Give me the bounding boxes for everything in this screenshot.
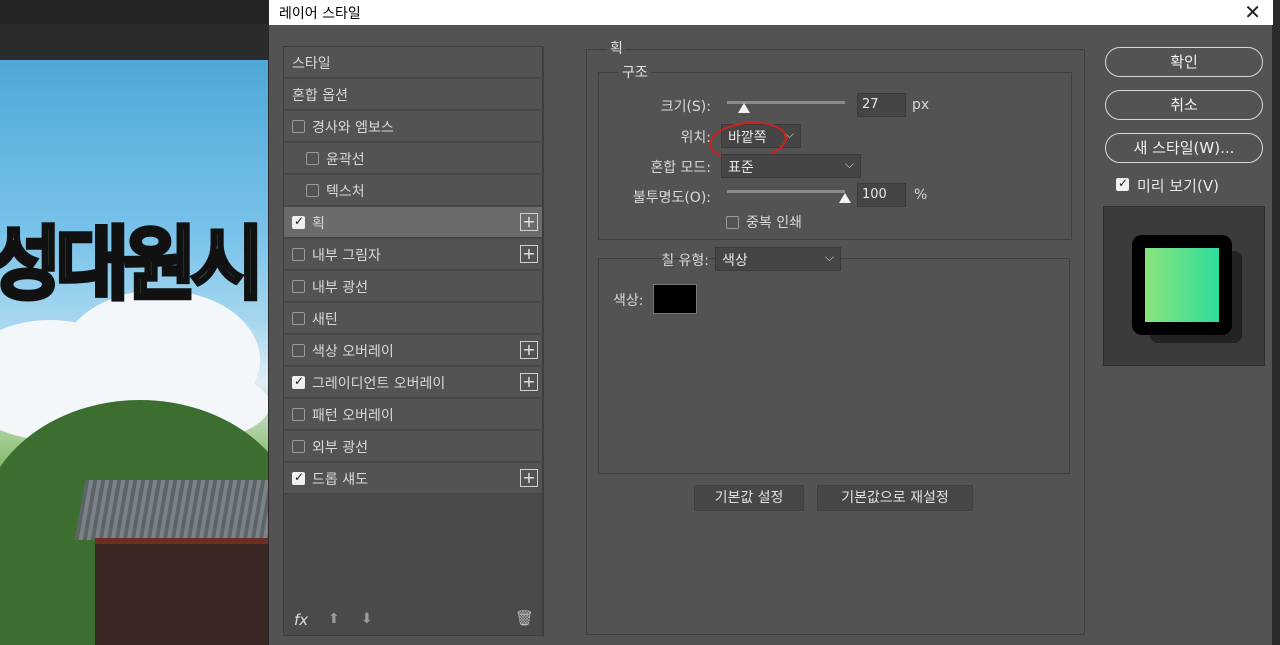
style-item-label: 획 [312, 216, 325, 232]
canvas-overlay-text: 성대원시 [0, 216, 266, 313]
add-effect-icon[interactable]: + [520, 469, 538, 487]
blend-mode-value: 표준 [728, 160, 754, 176]
preview-stroke [1132, 235, 1232, 335]
temple-building [95, 538, 270, 645]
style-item[interactable]: 그레이디언트 오버레이 + [284, 367, 542, 398]
style-item[interactable]: 윤곽선 [284, 143, 542, 174]
style-item-label: 내부 광선 [312, 280, 368, 296]
style-item[interactable]: 내부 그림자 + [284, 239, 542, 270]
style-item-label: 스타일 [292, 56, 331, 72]
style-item[interactable]: 텍스처 [284, 175, 542, 206]
ok-button[interactable]: 확인 [1105, 47, 1263, 77]
style-item-checkbox[interactable] [306, 152, 319, 165]
style-item[interactable]: 패턴 오버레이 [284, 399, 542, 430]
reset-default-button[interactable]: 기본값으로 재설정 [817, 485, 973, 511]
position-label: 위치: [680, 130, 711, 146]
style-item-checkbox[interactable] [292, 214, 305, 229]
style-item[interactable]: 경사와 엠보스 [284, 111, 542, 142]
temple-roof [74, 480, 270, 540]
overprint-label: 중복 인쇄 [746, 215, 802, 231]
style-item-checkbox[interactable] [292, 344, 305, 357]
chevron-down-icon: ⌵ [844, 157, 854, 171]
style-item-checkbox[interactable] [292, 374, 305, 389]
add-effect-icon[interactable]: + [520, 245, 538, 263]
style-item-checkbox[interactable] [292, 248, 305, 261]
move-down-icon[interactable]: ⬇ [361, 611, 373, 627]
size-slider-knob[interactable] [737, 103, 750, 113]
style-item-label: 텍스처 [326, 184, 365, 200]
style-item[interactable]: 외부 광선 [284, 431, 542, 462]
style-list-footer: fx ⬆ ⬇ 🗑 [284, 605, 542, 635]
blend-mode-label: 혼합 모드: [650, 160, 711, 176]
preview-checkbox[interactable] [1116, 176, 1129, 191]
style-item-checkbox[interactable] [292, 470, 305, 485]
stroke-section-title: 획 [607, 38, 626, 58]
add-effect-icon[interactable]: + [520, 341, 538, 359]
style-item[interactable]: 스타일 [284, 47, 542, 78]
style-item[interactable]: 새틴 [284, 303, 542, 334]
trash-icon[interactable]: 🗑 [515, 609, 534, 627]
style-item-checkbox[interactable] [292, 440, 305, 453]
preview-label: 미리 보기(V) [1137, 177, 1219, 195]
color-label: 색상: [613, 293, 644, 309]
structure-title: 구조 [619, 62, 651, 82]
style-item-label: 혼합 옵션 [292, 88, 348, 104]
opacity-unit: % [914, 187, 928, 203]
style-item-checkbox[interactable] [292, 120, 305, 133]
fx-icon[interactable]: fx [294, 611, 308, 629]
size-input[interactable]: 27 [857, 93, 906, 117]
layer-style-dialog: 레이어 스타일 ✕ 스타일혼합 옵션경사와 엠보스윤곽선텍스처획+내부 그림자+… [268, 0, 1273, 645]
opacity-input[interactable]: 100 [857, 183, 906, 207]
add-effect-icon[interactable]: + [520, 373, 538, 391]
opacity-slider[interactable] [727, 190, 845, 193]
style-item[interactable]: 드롭 섀도 + [284, 463, 542, 494]
fill-type-label: 칠 유형: [661, 253, 709, 269]
opacity-slider-knob[interactable] [839, 193, 851, 203]
screen: 성대원시 레이어 스타일 ✕ 스타일혼합 옵션경사와 엠보스윤곽선텍스처획+내부… [0, 0, 1280, 645]
fill-type-select[interactable]: 색상 ⌵ [715, 247, 841, 271]
style-item-label: 내부 그림자 [312, 248, 381, 264]
app-right-edge [1272, 0, 1280, 645]
style-item-checkbox[interactable] [292, 312, 305, 325]
preview-gradient-fill [1145, 248, 1219, 322]
stroke-color-swatch[interactable] [653, 284, 697, 314]
dialog-title: 레이어 스타일 [279, 6, 361, 22]
size-label: 크기(S): [660, 99, 711, 115]
cancel-button[interactable]: 취소 [1105, 90, 1263, 120]
style-item-checkbox[interactable] [306, 184, 319, 197]
style-item-label: 패턴 오버레이 [312, 408, 394, 424]
fill-type-value: 색상 [722, 253, 748, 269]
style-item[interactable]: 내부 광선 [284, 271, 542, 302]
add-effect-icon[interactable]: + [520, 213, 538, 231]
overprint-checkbox[interactable] [726, 216, 739, 229]
style-item[interactable]: 색상 오버레이 + [284, 335, 542, 366]
chevron-down-icon: ⌵ [824, 250, 834, 264]
style-list: 스타일혼합 옵션경사와 엠보스윤곽선텍스처획+내부 그림자+내부 광선새틴색상 … [283, 46, 544, 637]
make-default-button[interactable]: 기본값 설정 [694, 485, 804, 511]
style-item[interactable]: 혼합 옵션 [284, 79, 542, 110]
style-item-label: 드롭 섀도 [312, 472, 368, 488]
move-up-icon[interactable]: ⬆ [328, 611, 340, 627]
blend-mode-select[interactable]: 표준 ⌵ [721, 154, 861, 178]
document-canvas[interactable]: 성대원시 [0, 60, 270, 645]
style-item-checkbox[interactable] [292, 408, 305, 421]
style-list-scrollbar[interactable] [542, 47, 544, 637]
opacity-label: 불투명도(O): [632, 190, 711, 206]
style-item-label: 윤곽선 [326, 152, 365, 168]
style-preview [1103, 206, 1265, 366]
style-item-checkbox[interactable] [292, 280, 305, 293]
style-item-label: 색상 오버레이 [312, 344, 394, 360]
style-item-label: 새틴 [312, 312, 338, 328]
dialog-titlebar[interactable]: 레이어 스타일 ✕ [269, 0, 1273, 25]
style-item-label: 외부 광선 [312, 440, 368, 456]
style-item-label: 경사와 엠보스 [312, 120, 394, 136]
style-item[interactable]: 획+ [284, 207, 542, 238]
new-style-button[interactable]: 새 스타일(W)... [1105, 133, 1263, 163]
size-unit: px [912, 97, 930, 113]
close-icon[interactable]: ✕ [1244, 0, 1261, 24]
style-item-label: 그레이디언트 오버레이 [312, 376, 446, 392]
app-tab-strip [0, 0, 270, 24]
